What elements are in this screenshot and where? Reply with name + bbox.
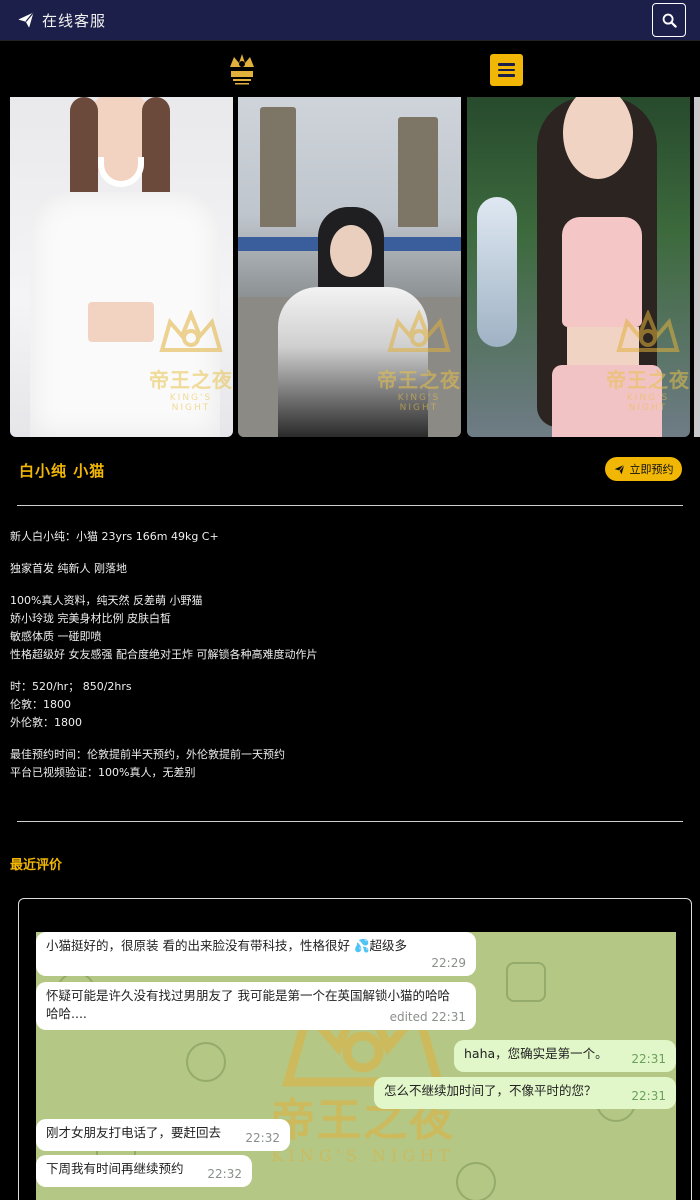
menu-button[interactable] [490,54,523,86]
top-bar: 在线客服 [0,0,700,40]
desc-line: 伦敦：1800 [10,698,71,711]
online-service-label: 在线客服 [42,11,107,30]
watermark: 帝王之夜 KING'S NIGHT [149,308,233,413]
send-icon [614,463,625,474]
desc-line: 独家首发 纯新人 刚落地 [10,562,127,575]
divider [17,505,683,506]
chat-message: 怎么不继续加时间了，不像平时的您？ 22:31 [374,1077,676,1109]
book-now-button[interactable]: 立即预约 [605,457,682,481]
chat-screenshot: 帝王之夜 KING'S NIGHT 小猫挺好的，很原装 看的出来脸没有带科技，性… [36,932,676,1200]
chat-message: 下周我有时间再继续预约 22:32 [36,1155,252,1187]
gallery-photo-1[interactable]: 帝王之夜 KING'S NIGHT [10,97,233,437]
desc-line: 娇小玲珑 完美身材比例 皮肤白皙 [10,612,171,625]
hamburger-icon [498,63,515,66]
profile-title: 白小纯 小猫 [19,462,106,480]
divider [17,821,683,822]
gallery-photo-3[interactable]: 帝王之夜 KING'S NIGHT [467,97,690,437]
desc-line: 性格超级好 女友感强 配合度绝对王炸 可解锁各种高难度动作片 [10,648,318,661]
desc-line: 100%真人资料，纯天然 反差萌 小野猫 [10,594,203,607]
watermark: 帝王之夜 KING'S NIGHT [377,308,461,413]
desc-line: 最佳预约时间：伦敦提前半天预约，外伦敦提前一天预约 [10,748,285,761]
chat-message: 小猫挺好的，很原装 看的出来脸没有带科技，性格很好 💦超级多 22:29 [36,932,476,976]
search-button[interactable] [652,3,686,37]
profile-description: 新人白小纯：小猫 23yrs 166m 49kg C+ 独家首发 纯新人 刚落地… [10,528,690,782]
desc-line: 平台已视频验证：100%真人，无差别 [10,766,196,779]
reviews-heading: 最近评价 [10,858,63,873]
photo-gallery: 帝王之夜 KING'S NIGHT 帝王之夜 KING'S NIGHT 帝王之夜… [0,97,700,437]
watermark: 帝王之夜 KING'S NIGHT [606,308,690,413]
online-service-link[interactable]: 在线客服 [18,10,106,31]
desc-line: 时：520/hr； 850/2hrs [10,680,132,693]
desc-line: 敏感体质 一碰即喷 [10,630,102,643]
review-screenshot-card: 帝王之夜 KING'S NIGHT 小猫挺好的，很原装 看的出来脸没有带科技，性… [18,898,692,1200]
chat-message: 刚才女朋友打电话了，要赶回去 22:32 [36,1119,290,1151]
search-icon [662,13,677,28]
chat-message: 怀疑可能是许久没有找过男朋友了 我可能是第一个在英国解锁小猫的哈哈哈哈.... … [36,982,476,1030]
book-now-label: 立即预约 [629,463,674,476]
gallery-photo-2[interactable]: 帝王之夜 KING'S NIGHT [238,97,461,437]
site-header [0,40,700,97]
next-photo-peek [694,97,700,437]
desc-line: 新人白小纯：小猫 23yrs 166m 49kg C+ [10,530,219,543]
send-icon [18,12,34,28]
desc-line: 外伦敦：1800 [10,716,82,729]
kings-night-logo[interactable] [226,51,258,87]
chat-message: haha，您确实是第一个。 22:31 [454,1040,676,1072]
